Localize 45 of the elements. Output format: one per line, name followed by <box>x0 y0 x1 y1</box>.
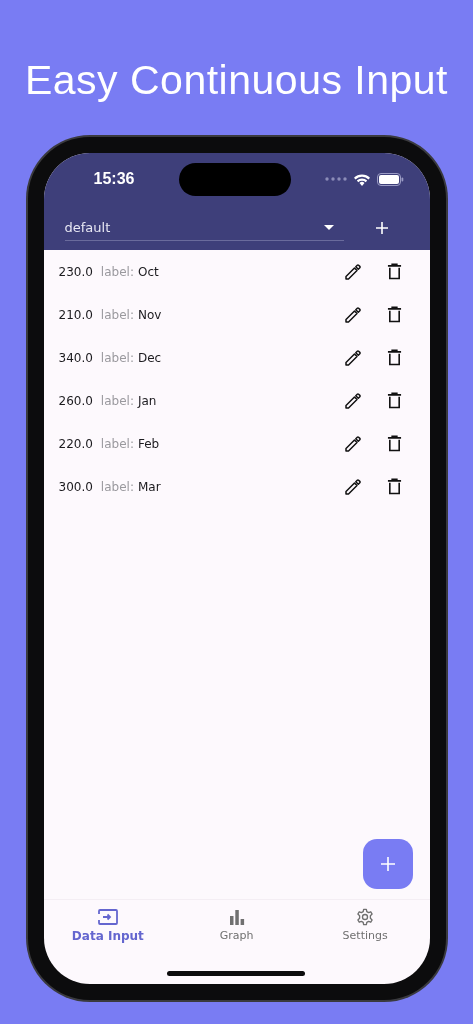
pencil-icon <box>343 348 362 367</box>
settings-icon <box>355 908 376 926</box>
plus-icon <box>375 221 388 234</box>
headline: Easy Continuous Input <box>24 56 448 105</box>
entry-label: Oct <box>137 264 159 279</box>
entry-value: 340.0 <box>58 350 93 365</box>
nav-tab[interactable]: Data Input <box>43 908 173 943</box>
pencil-icon <box>343 305 362 324</box>
entry-label: Mar <box>137 479 161 494</box>
battery-icon <box>376 172 404 186</box>
entry-label: Jan <box>137 393 157 408</box>
trash-icon <box>386 263 402 280</box>
label-caption: label: <box>100 264 134 279</box>
add-entry-button[interactable] <box>362 839 413 889</box>
nav-tab[interactable]: Graph <box>172 908 301 942</box>
label-caption: label: <box>100 393 134 408</box>
entry-value: 260.0 <box>58 393 93 408</box>
entry-value: 230.0 <box>58 264 93 279</box>
trash-icon <box>386 306 402 323</box>
trash-icon <box>386 349 402 366</box>
status-time: 15:36 <box>93 170 135 188</box>
label-caption: label: <box>100 350 134 365</box>
pencil-icon <box>343 391 362 410</box>
pencil-icon <box>343 262 362 281</box>
entry-label: Dec <box>137 350 162 365</box>
label-caption: label: <box>100 436 134 451</box>
label-caption: label: <box>100 307 134 322</box>
entry-value: 210.0 <box>58 307 93 322</box>
wifi-icon <box>352 172 371 186</box>
caret-icon <box>323 224 334 230</box>
entry-label: Feb <box>137 436 160 451</box>
trash-icon <box>386 478 402 495</box>
pencil-icon <box>343 477 362 496</box>
label-caption: label: <box>100 479 134 494</box>
pencil-icon <box>343 434 362 453</box>
nav-tab[interactable]: Settings <box>300 908 430 942</box>
plus-icon <box>380 857 395 871</box>
trash-icon <box>386 392 402 409</box>
entry-value: 220.0 <box>58 436 93 451</box>
entry-label: Nov <box>137 307 162 322</box>
dataset-dropdown[interactable]: default <box>64 214 344 241</box>
signal-icon <box>324 177 347 181</box>
input-icon <box>97 908 118 926</box>
trash-icon <box>386 435 402 452</box>
entry-value: 300.0 <box>58 479 93 494</box>
